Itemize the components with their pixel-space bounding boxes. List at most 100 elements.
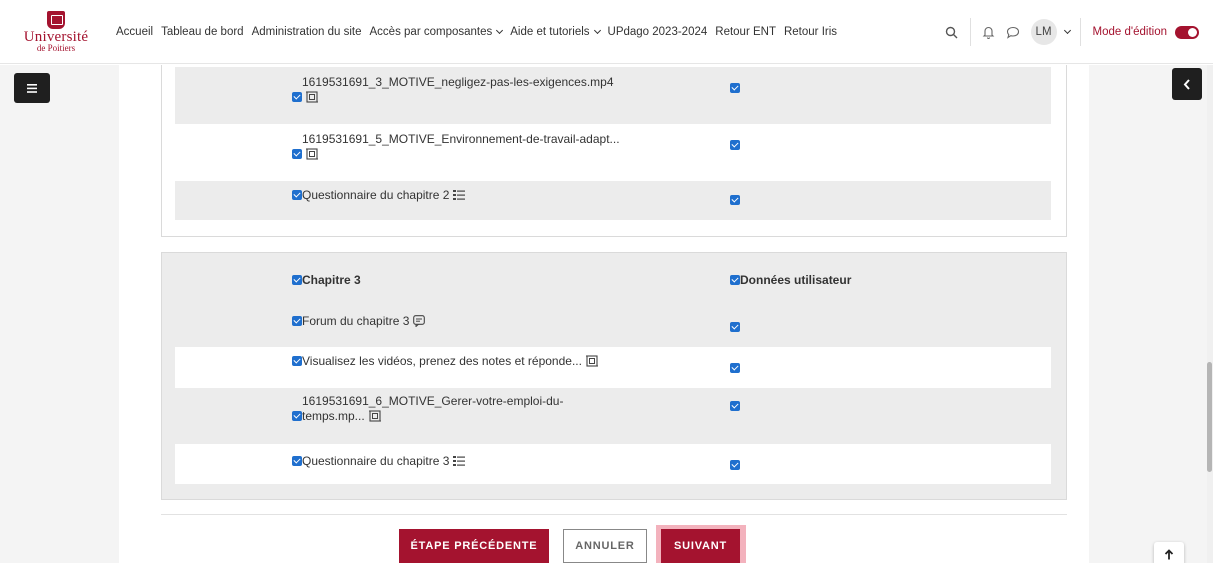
activity-name: 1619531691_5_MOTIVE_Environnement-de-tra… bbox=[302, 132, 620, 146]
list-item: Questionnaire du chapitre 2 bbox=[175, 181, 1051, 220]
previous-step-button[interactable]: ÉTAPE PRÉCÉDENTE bbox=[399, 529, 549, 563]
activity-checkbox[interactable] bbox=[292, 92, 302, 102]
nav-link-label: Accès par composantes bbox=[369, 25, 493, 38]
user-data-cell bbox=[730, 81, 740, 95]
activity-checkbox[interactable] bbox=[292, 411, 302, 421]
user-data-checkbox[interactable] bbox=[730, 83, 740, 93]
activity-checkbox[interactable] bbox=[292, 316, 302, 326]
page-icon bbox=[368, 410, 381, 426]
user-data-cell bbox=[730, 399, 740, 413]
list-item: 1619531691_5_MOTIVE_Environnement-de-tra… bbox=[175, 124, 1051, 181]
activity-name: 1619531691_3_MOTIVE_negligez-pas-les-exi… bbox=[302, 75, 614, 89]
activity-name-cell: Visualisez les vidéos, prenez des notes … bbox=[292, 354, 598, 371]
list-item: 1619531691_6_MOTIVE_Gerer-votre-emploi-d… bbox=[175, 388, 1051, 444]
user-data-cell bbox=[730, 193, 740, 207]
section-title: Chapitre 3 bbox=[302, 273, 361, 287]
section-checkbox[interactable] bbox=[292, 275, 302, 285]
nav-link-administration[interactable]: Administration du site bbox=[252, 26, 362, 38]
chevron-down-icon[interactable] bbox=[1063, 26, 1071, 35]
chevron-left-icon bbox=[1183, 78, 1190, 90]
activity-checkbox[interactable] bbox=[292, 149, 302, 159]
scrollbar-thumb[interactable] bbox=[1207, 362, 1212, 472]
activity-name-cell: Questionnaire du chapitre 2 bbox=[292, 188, 466, 205]
nav-link-tableau-de-bord[interactable]: Tableau de bord bbox=[161, 26, 243, 38]
chat-bubble-icon[interactable] bbox=[1001, 20, 1025, 44]
section-user-data-checkbox[interactable] bbox=[730, 275, 740, 285]
left-drawer-region bbox=[0, 65, 119, 563]
activity-name: Visualisez les vidéos, prenez des notes … bbox=[302, 354, 582, 368]
page-icon bbox=[306, 91, 318, 107]
list-item: Visualisez les vidéos, prenez des notes … bbox=[175, 347, 1051, 388]
user-data-cell bbox=[730, 138, 740, 152]
activity-checkbox[interactable] bbox=[292, 356, 302, 366]
open-block-drawer-button[interactable] bbox=[1172, 68, 1202, 100]
edit-mode-control: Mode d'édition bbox=[1092, 25, 1199, 39]
scrollbar-track[interactable] bbox=[1207, 65, 1213, 563]
activity-name: Questionnaire du chapitre 3 bbox=[302, 454, 450, 468]
activity-name-cell: 1619531691_6_MOTIVE_Gerer-votre-emploi-d… bbox=[292, 394, 563, 426]
chevron-down-icon bbox=[496, 26, 504, 34]
activity-name-line2: temps.mp... bbox=[302, 409, 365, 423]
user-avatar[interactable]: LM bbox=[1030, 19, 1057, 45]
user-data-cell bbox=[730, 458, 740, 472]
footer-divider bbox=[161, 514, 1067, 515]
user-data-header-cell: Données utilisateur bbox=[730, 273, 851, 287]
nav-link-retour-ent[interactable]: Retour ENT bbox=[715, 26, 776, 38]
quiz-icon bbox=[453, 189, 466, 205]
nav-link-label: Aide et tutoriels bbox=[510, 25, 590, 38]
activity-name-line1: 1619531691_6_MOTIVE_Gerer-votre-emploi-d… bbox=[302, 394, 564, 408]
user-data-header: Données utilisateur bbox=[740, 273, 852, 287]
right-drawer-region bbox=[1089, 65, 1213, 563]
activity-name: Forum du chapitre 3 bbox=[302, 314, 410, 328]
cancel-button[interactable]: ANNULER bbox=[563, 529, 647, 563]
logo-subname: de Poitiers bbox=[36, 42, 76, 53]
user-data-checkbox[interactable] bbox=[730, 140, 740, 150]
logo-name: Université bbox=[23, 28, 89, 45]
activity-name-cell: Forum du chapitre 3 bbox=[292, 314, 426, 331]
user-data-checkbox[interactable] bbox=[730, 363, 740, 373]
activity-checkbox[interactable] bbox=[292, 190, 302, 200]
activity-name-cell: 1619531691_5_MOTIVE_Environnement-de-tra… bbox=[292, 132, 620, 164]
user-data-checkbox[interactable] bbox=[730, 460, 740, 470]
page-icon bbox=[306, 148, 318, 164]
university-logo[interactable]: Université de Poitiers bbox=[6, 0, 106, 64]
activity-name-cell: Questionnaire du chapitre 3 bbox=[292, 454, 466, 471]
list-item: Questionnaire du chapitre 3 bbox=[175, 444, 1051, 484]
user-data-checkbox[interactable] bbox=[730, 401, 740, 411]
navbar-actions: LM Mode d'édition bbox=[940, 0, 1213, 64]
nav-link-retour-iris[interactable]: Retour Iris bbox=[784, 26, 837, 38]
next-button[interactable]: SUIVANT bbox=[661, 529, 740, 563]
chevron-down-icon bbox=[593, 26, 601, 34]
arrow-up-icon bbox=[1164, 548, 1174, 559]
nav-link-aide-tutoriels[interactable]: Aide et tutoriels bbox=[510, 25, 601, 38]
primary-navigation: Accueil Tableau de bord Administration d… bbox=[116, 26, 845, 38]
edit-mode-label: Mode d'édition bbox=[1092, 26, 1167, 38]
list-icon bbox=[27, 83, 37, 93]
user-data-checkbox[interactable] bbox=[730, 322, 740, 332]
nav-link-accueil[interactable]: Accueil bbox=[116, 26, 153, 38]
section-title-cell: Chapitre 3 bbox=[292, 273, 361, 288]
nav-link-updago[interactable]: UPdago 2023-2024 bbox=[608, 26, 708, 38]
top-navbar: Université de Poitiers Accueil Tableau d… bbox=[0, 0, 1213, 64]
edit-mode-toggle[interactable] bbox=[1175, 25, 1199, 39]
activity-name: Questionnaire du chapitre 2 bbox=[302, 188, 450, 202]
search-icon[interactable] bbox=[940, 20, 964, 44]
divider bbox=[1079, 18, 1081, 46]
user-data-cell bbox=[730, 320, 740, 334]
user-data-cell bbox=[730, 361, 740, 375]
nav-link-acces-composantes[interactable]: Accès par composantes bbox=[369, 25, 504, 38]
list-item: Forum du chapitre 3 bbox=[175, 308, 1051, 347]
crest-icon bbox=[47, 10, 65, 29]
back-to-top-button[interactable] bbox=[1154, 542, 1184, 563]
bell-icon[interactable] bbox=[977, 20, 1001, 44]
activity-checkbox[interactable] bbox=[292, 456, 302, 466]
list-item: 1619531691_3_MOTIVE_negligez-pas-les-exi… bbox=[175, 67, 1051, 124]
section-header-row: Chapitre 3 Données utilisateur bbox=[175, 266, 1051, 296]
divider bbox=[969, 18, 971, 46]
quiz-icon bbox=[453, 455, 466, 471]
forum-icon bbox=[413, 315, 426, 331]
activity-name-cell: 1619531691_3_MOTIVE_negligez-pas-les-exi… bbox=[292, 75, 614, 107]
page-icon bbox=[585, 355, 598, 371]
open-course-index-button[interactable] bbox=[14, 73, 50, 103]
user-data-checkbox[interactable] bbox=[730, 195, 740, 205]
